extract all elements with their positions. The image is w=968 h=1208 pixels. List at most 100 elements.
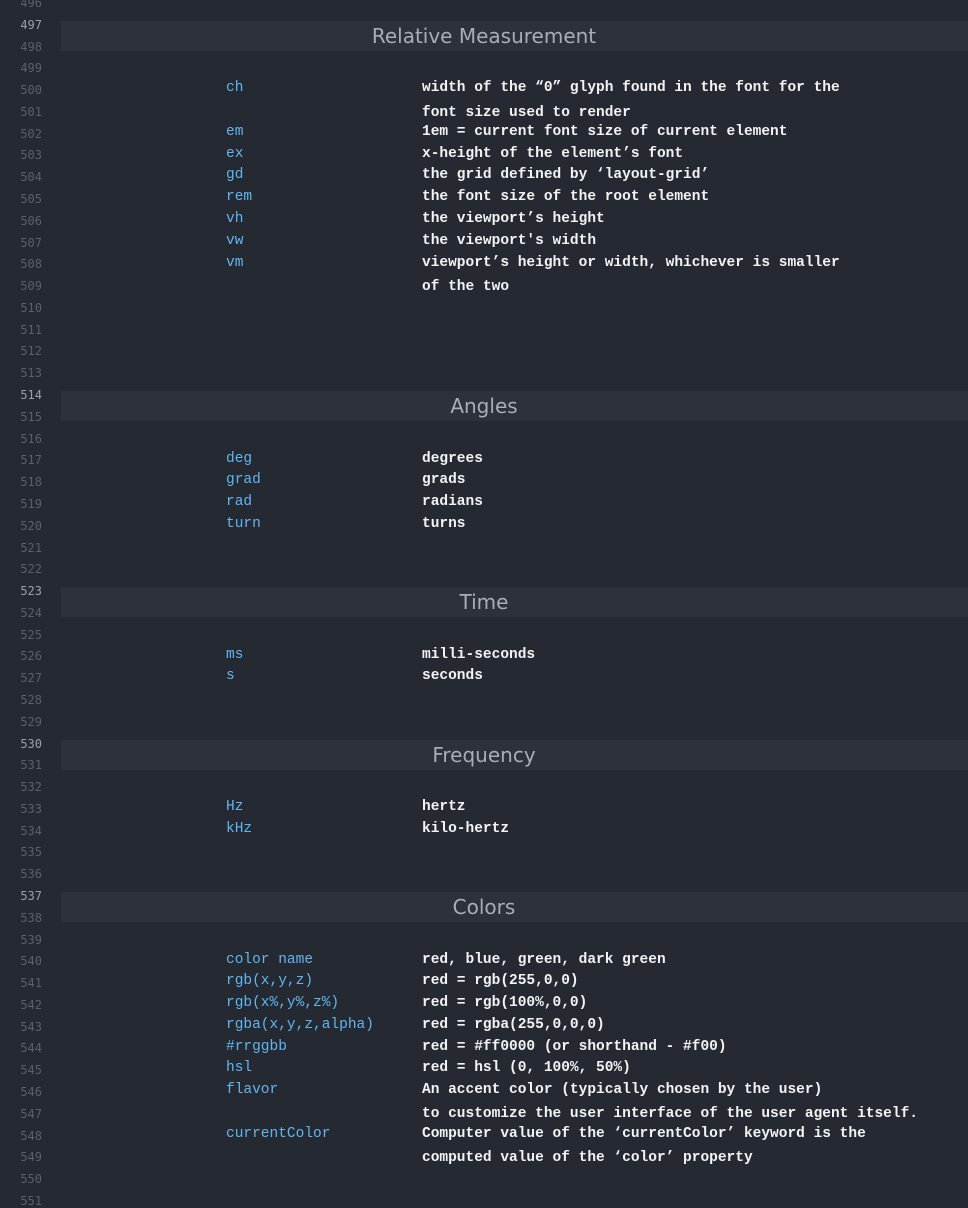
line-number: 506	[20, 213, 42, 228]
line-number: 543	[20, 1019, 42, 1034]
line-number: 544	[20, 1041, 42, 1056]
line-number: 550	[20, 1172, 42, 1187]
unit-term: rgb(x,y,z)	[226, 973, 314, 990]
unit-description: font size used to render	[422, 104, 631, 121]
unit-description: An accent color (typically chosen by the…	[422, 1082, 823, 1099]
unit-term: ch	[226, 80, 244, 97]
line-number: 529	[20, 714, 42, 729]
unit-term: vm	[226, 254, 244, 271]
line-number: 527	[20, 671, 42, 686]
section-heading: Colors	[452, 894, 516, 919]
unit-description: computed value of the ‘color’ property	[422, 1149, 753, 1166]
unit-description: the font size of the root element	[422, 189, 710, 206]
unit-term: rem	[226, 189, 253, 206]
line-number: 519	[20, 496, 42, 511]
unit-term: kHz	[226, 820, 253, 837]
line-number: 512	[20, 344, 42, 359]
unit-term: turn	[226, 515, 261, 532]
line-number: 549	[20, 1150, 42, 1165]
line-number: 546	[20, 1085, 42, 1099]
unit-term: gd	[226, 167, 244, 184]
unit-term: ms	[226, 646, 244, 663]
section-heading: Angles	[450, 394, 518, 419]
unit-description: radians	[422, 494, 483, 511]
unit-description: red = rgba(255,0,0,0)	[422, 1016, 605, 1033]
line-number: 526	[20, 649, 42, 664]
section-heading: Time	[459, 590, 509, 615]
unit-description: red = rgb(100%,0,0)	[422, 995, 588, 1012]
line-number: 525	[20, 627, 42, 642]
line-number: 522	[20, 562, 42, 577]
line-number: 534	[20, 823, 42, 838]
line-number: 511	[20, 322, 42, 337]
unit-description: grads	[422, 472, 466, 489]
line-number: 516	[20, 431, 42, 446]
unit-term: Hz	[226, 799, 244, 816]
unit-term: flavor	[226, 1082, 279, 1099]
unit-description: Computer value of the ‘currentColor’ key…	[422, 1125, 866, 1142]
unit-description: hertz	[422, 799, 466, 816]
unit-description: the grid defined by ‘layout-grid’	[422, 167, 710, 184]
unit-term: hsl	[226, 1060, 253, 1077]
line-number: 496	[20, 0, 42, 10]
line-number: 509	[20, 279, 42, 294]
unit-description: width of the “0” glyph found in the font…	[422, 80, 840, 97]
line-number: 533	[20, 801, 42, 816]
unit-description: 1em = current font size of current eleme…	[422, 123, 788, 140]
line-number: 536	[20, 867, 42, 882]
unit-term: #rrggbb	[226, 1038, 287, 1055]
unit-description: red = #ff0000 (or shorthand - #f00)	[422, 1038, 727, 1055]
section-heading: Relative Measurement	[371, 23, 597, 48]
line-number: 548	[20, 1128, 42, 1143]
unit-description: to customize the user interface of the u…	[422, 1106, 918, 1123]
line-number: 500	[20, 83, 42, 98]
unit-description: milli-seconds	[422, 646, 536, 663]
line-number: 518	[20, 475, 42, 490]
line-number: 499	[20, 61, 42, 76]
unit-description: red = rgb(255,0,0)	[422, 973, 579, 990]
unit-term: s	[226, 668, 235, 685]
unit-term: currentColor	[226, 1125, 331, 1142]
unit-term: rad	[226, 494, 253, 511]
unit-description: turns	[422, 515, 466, 532]
line-number: 539	[20, 932, 42, 947]
unit-term: deg	[226, 450, 253, 467]
line-number: 504	[20, 170, 42, 185]
unit-description: x-height of the element’s font	[422, 145, 684, 162]
unit-term: grad	[226, 472, 261, 489]
line-number: 540	[20, 954, 42, 969]
line-number: 535	[20, 845, 42, 860]
line-number: 503	[20, 148, 42, 163]
unit-term: ex	[226, 145, 244, 162]
line-number: 505	[20, 192, 42, 207]
line-number: 501	[20, 104, 42, 119]
unit-description: kilo-hertz	[422, 820, 510, 837]
unit-description: of the two	[422, 278, 510, 295]
unit-term: color name	[226, 951, 314, 968]
line-number: 517	[20, 453, 42, 468]
unit-term: rgba(x,y,z,alpha)	[226, 1016, 374, 1033]
unit-description: the viewport's width	[422, 232, 597, 249]
line-number: 520	[20, 518, 42, 533]
line-number: 521	[20, 540, 42, 555]
line-number: 545	[20, 1063, 42, 1078]
unit-description: red, blue, green, dark green	[422, 951, 666, 968]
line-number: 551	[20, 1193, 42, 1208]
section-heading: Frequency	[432, 742, 536, 767]
line-number: 541	[20, 976, 42, 991]
line-number: 547	[20, 1106, 42, 1121]
unit-description: the viewport’s height	[422, 211, 605, 228]
line-number: 508	[20, 257, 42, 272]
line-number: 513	[20, 366, 42, 381]
unit-description: degrees	[422, 450, 483, 467]
unit-term: em	[226, 123, 244, 140]
unit-term: vh	[226, 211, 244, 228]
unit-description: red = hsl (0, 100%, 50%)	[422, 1060, 631, 1077]
line-number: 532	[20, 780, 42, 795]
line-number: 507	[20, 235, 42, 250]
unit-term: rgb(x%,y%,z%)	[226, 995, 340, 1012]
unit-description: seconds	[422, 668, 483, 685]
unit-term: vw	[226, 232, 244, 249]
unit-description: viewport’s height or width, whichever is…	[422, 254, 840, 271]
line-number: 528	[20, 692, 42, 707]
